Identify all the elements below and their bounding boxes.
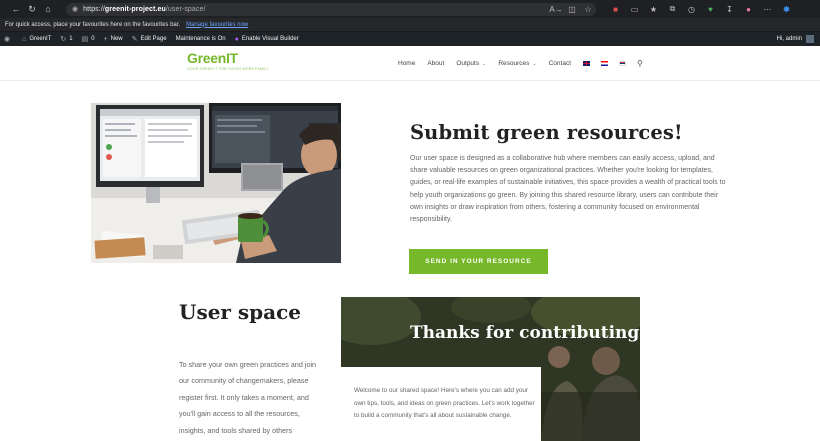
profile-icon[interactable]: ●: [739, 5, 758, 14]
thanks-card: Welcome to our shared space! Here's wher…: [341, 367, 541, 441]
collections-icon[interactable]: ⧉: [663, 4, 682, 14]
submit-section-title: Submit green resources!: [410, 121, 683, 144]
submit-section-body: Our user space is designed as a collabor…: [410, 155, 726, 224]
history-icon[interactable]: ◷: [682, 5, 701, 14]
hero-image: [91, 103, 341, 263]
main-menu: Home About Outputs ⌄ Resources ⌄ Contact ⚲: [398, 59, 643, 68]
menu-item-resources[interactable]: Resources ⌄: [498, 60, 536, 67]
home-icon[interactable]: ⌂: [40, 4, 56, 14]
address-bar[interactable]: ◉ https://greenit-project.eu/user-space/…: [66, 2, 596, 16]
menu-label: Home: [398, 60, 416, 67]
url-scheme: https://: [83, 5, 105, 13]
wp-logo-menu[interactable]: ◉: [4, 35, 13, 43]
menu-label: Contact: [548, 60, 571, 67]
user-space-body: To share your own green practices and jo…: [179, 360, 317, 435]
flag-sr-icon[interactable]: [619, 61, 626, 66]
updates-count: 1: [69, 36, 73, 42]
url-text: https://greenit-project.eu/user-space/: [83, 6, 205, 13]
user-space-title: User space: [179, 300, 302, 324]
admin-edit-page[interactable]: ✎ Edit Page: [132, 35, 167, 43]
admin-maintenance[interactable]: Maintenance is On: [176, 36, 226, 42]
browser-toolbar: ← ↻ ⌂ ◉ https://greenit-project.eu/user-…: [0, 0, 820, 18]
flag-hr-icon[interactable]: [601, 61, 608, 66]
new-label: New: [110, 36, 123, 42]
send-resource-button[interactable]: SEND IN YOUR RESOURCE: [409, 249, 548, 274]
refresh-icon[interactable]: ↻: [24, 4, 40, 15]
split-screen-icon[interactable]: ◫: [564, 5, 580, 14]
favorites-bar: For quick access, place your favourites …: [0, 18, 820, 32]
desk-photo-illustration: [91, 103, 341, 263]
wordpress-icon: ◉: [4, 36, 11, 43]
url-path: /user-space/: [165, 5, 206, 13]
logo-tagline: GOOD GREEN IT FOR YOUTH WORK FAMILY: [187, 67, 269, 71]
reader-icon[interactable]: A→: [548, 5, 564, 14]
site-name-label: GreenIT: [29, 36, 52, 42]
plus-icon: +: [103, 35, 108, 43]
avatar: [806, 35, 814, 43]
copilot-icon[interactable]: ✱: [777, 5, 796, 14]
site-header: GreenIT GOOD GREEN IT FOR YOUTH WORK FAM…: [0, 46, 820, 81]
performance-icon[interactable]: ♥: [701, 5, 720, 14]
wp-admin-bar: ◉ ⌂ GreenIT ↻ 1 ▤ 0 + New ✎ Edit Page Mainten…: [0, 32, 820, 46]
comment-icon: ▤: [81, 36, 89, 43]
more-options-icon[interactable]: ⋯: [758, 5, 777, 14]
url-host: greenit-project.eu: [104, 5, 166, 13]
favorites-bar-message: For quick access, place your favourites …: [5, 21, 181, 28]
admin-visual-builder[interactable]: ● Enable Visual Builder: [235, 36, 299, 43]
pencil-icon: ✎: [131, 36, 138, 43]
flag-en-icon[interactable]: [583, 61, 590, 66]
menu-item-outputs[interactable]: Outputs ⌄: [456, 60, 486, 67]
chevron-down-icon: ⌄: [532, 60, 537, 67]
divi-icon: ●: [234, 35, 239, 43]
lock-icon[interactable]: ◉: [72, 5, 78, 13]
site-logo[interactable]: GreenIT GOOD GREEN IT FOR YOUTH WORK FAM…: [187, 50, 269, 72]
extension-icon[interactable]: ■: [606, 5, 625, 14]
updates-icon: ↻: [60, 36, 67, 43]
back-arrow-icon[interactable]: ←: [8, 4, 24, 14]
home-icon: ⌂: [22, 35, 27, 43]
menu-label: About: [427, 60, 445, 67]
thanks-body: Welcome to our shared space! Here's wher…: [354, 387, 535, 420]
admin-comments[interactable]: ▤ 0: [82, 35, 95, 43]
admin-site-name[interactable]: ⌂ GreenIT: [22, 36, 51, 43]
manage-favorites-link[interactable]: Manage favourites now: [186, 22, 248, 28]
menu-item-about[interactable]: About: [427, 60, 444, 67]
favorite-star-icon[interactable]: ☆: [580, 5, 596, 14]
thanks-title: Thanks for contributing!: [410, 323, 647, 343]
menu-item-contact[interactable]: Contact: [549, 60, 571, 67]
edit-page-label: Edit Page: [140, 36, 167, 42]
downloads-icon[interactable]: ↧: [720, 5, 739, 14]
admin-greeting: Hi, admin: [776, 36, 802, 42]
maintenance-label: Maintenance is On: [175, 36, 226, 42]
toolbar-icons: ■ ▭ ★ ⧉ ◷ ♥ ↧ ● ⋯ ✱: [606, 4, 796, 14]
admin-updates[interactable]: ↻ 1: [60, 35, 72, 43]
search-icon[interactable]: ⚲: [637, 59, 643, 68]
comments-count: 0: [91, 36, 95, 42]
address-bar-actions: A→ ◫ ☆: [548, 5, 596, 14]
logo-wordmark: GreenIT: [187, 50, 238, 66]
menu-label: Resources: [498, 60, 530, 67]
admin-new[interactable]: + New: [104, 36, 123, 43]
chevron-down-icon: ⌄: [482, 60, 487, 67]
visual-builder-label: Enable Visual Builder: [241, 36, 299, 42]
favorites-icon[interactable]: ★: [644, 5, 663, 14]
menu-label: Outputs: [456, 60, 480, 67]
menu-item-home[interactable]: Home: [398, 60, 415, 67]
sidebar-icon[interactable]: ▭: [625, 5, 644, 14]
admin-account[interactable]: Hi, admin: [777, 35, 814, 43]
